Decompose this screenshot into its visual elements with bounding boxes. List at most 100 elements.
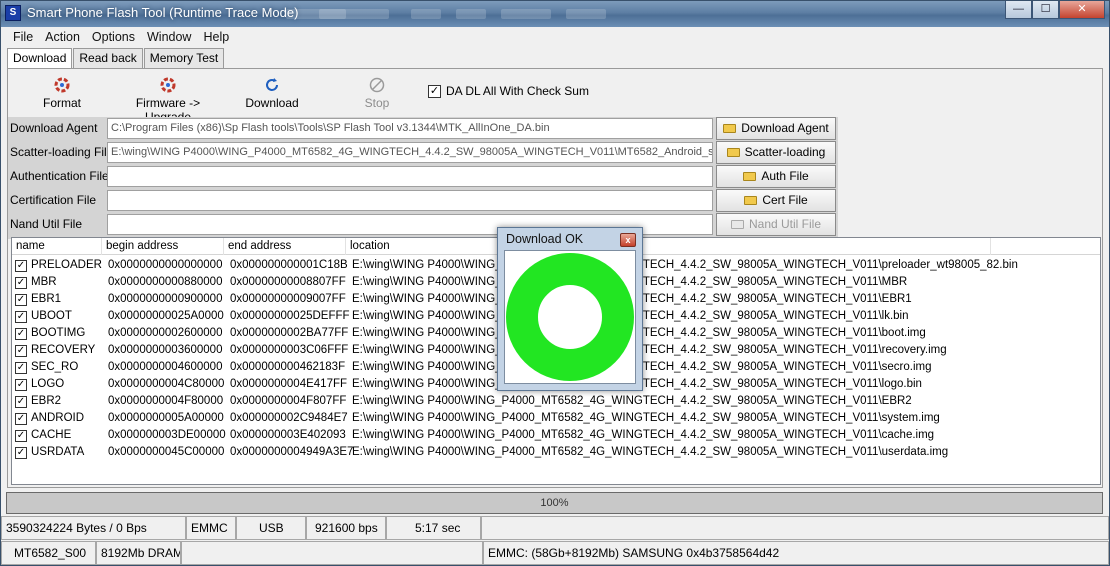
row-begin-address: 0x0000000000000000 [108,259,223,271]
row-checkbox[interactable]: ✓ [15,429,27,442]
column-location[interactable]: location [346,238,991,255]
authentication-field[interactable] [107,166,713,187]
row-end-address: 0x000000003E402093 [230,429,346,441]
row-name-cell: ✓ LOGO [15,377,64,392]
status-bar-bottom: MT6582_S00 8192Mb DRAM EMMC: (58Gb+8192M… [1,541,1109,565]
format-icon [54,77,70,93]
authentication-label: Authentication File [10,169,109,183]
row-checkbox[interactable]: ✓ [15,446,27,459]
row-name: BOOTIMG [31,327,86,339]
dialog-body [504,250,636,384]
status-time: 5:17 sec [386,516,481,540]
row-end-address: 0x0000000004E417FF [230,378,348,390]
tab-read-back[interactable]: Read back [73,48,143,68]
minimize-button[interactable]: — [1005,1,1032,19]
certification-label: Certification File [10,193,97,207]
download-agent-button[interactable]: Download Agent [716,117,836,140]
row-checkbox[interactable]: ✓ [15,259,27,272]
row-name-cell: ✓ EBR2 [15,394,61,409]
maximize-button[interactable]: ☐ [1032,1,1059,19]
tab-memory-test[interactable]: Memory Test [143,48,225,68]
menu-file[interactable]: File [7,30,39,44]
certification-row: Certification File Cert File [8,189,838,213]
table-row[interactable]: ✓ CACHE 0x000000003DE00000 0x000000003E4020… [12,427,1100,444]
row-begin-address: 0x00000000025A0000 [108,310,224,322]
cert-file-button[interactable]: Cert File [716,189,836,212]
authentication-row: Authentication File Auth File [8,165,838,189]
checksum-checkbox[interactable]: ✓ [428,84,441,98]
scatter-loading-field[interactable]: E:\wing\WING P4000\WING_P4000_MT6582_4G_… [107,142,713,163]
status-empty [481,516,1109,540]
cert-file-button-label: Cert File [762,193,808,207]
row-checkbox[interactable]: ✓ [15,361,27,374]
row-name-cell: ✓ PRELOADER [15,258,102,273]
row-name: USRDATA [31,446,85,458]
row-begin-address: 0x0000000004F80000 [108,395,224,407]
format-button[interactable]: Format [42,77,82,110]
row-location: E:\wing\WING P4000\WING_P4000_MT6582_4G_… [352,259,1018,271]
row-end-address: 0x00000000025DEFFF [230,310,350,322]
progress-bar: 100% [6,492,1103,514]
menu-action[interactable]: Action [39,30,86,44]
table-row[interactable]: ✓ ANDROID 0x0000000005A00000 0x000000002C94… [12,410,1100,427]
row-name-cell: ✓ USRDATA [15,445,84,460]
status-baud: 921600 bps [306,516,386,540]
column-name[interactable]: name [12,238,102,255]
row-begin-address: 0x000000003DE00000 [108,429,226,441]
scatter-loading-button-label: Scatter-loading [744,145,826,159]
scatter-loading-button[interactable]: Scatter-loading [716,141,836,164]
firmware-icon [160,77,176,93]
title-bar[interactable]: S Smart Phone Flash Tool (Runtime Trace … [1,1,1109,27]
row-begin-address: 0x0000000004C80000 [108,378,225,390]
nand-util-label: Nand Util File [10,217,83,231]
table-row[interactable]: ✓ USRDATA 0x0000000045C00000 0x000000000494… [12,444,1100,461]
row-end-address: 0x000000000462183F [230,361,346,373]
certification-field[interactable] [107,190,713,211]
auth-file-button[interactable]: Auth File [716,165,836,188]
folder-icon [730,220,744,229]
column-end-address[interactable]: end address [224,238,346,255]
nand-util-button[interactable]: Nand Util File [716,213,836,236]
row-name: PRELOADER [31,259,102,271]
status-port: USB [236,516,306,540]
row-checkbox[interactable]: ✓ [15,378,27,391]
row-checkbox[interactable]: ✓ [15,293,27,306]
row-checkbox[interactable]: ✓ [15,344,27,357]
download-button[interactable]: Download [244,77,300,110]
row-checkbox[interactable]: ✓ [15,310,27,323]
refresh-icon [264,77,280,93]
row-name: EBR1 [31,293,62,305]
menu-help[interactable]: Help [197,30,235,44]
row-name: LOGO [31,378,65,390]
row-checkbox[interactable]: ✓ [15,327,27,340]
row-checkbox[interactable]: ✓ [15,395,27,408]
ghost-title-blur [501,9,551,19]
table-row[interactable]: ✓ EBR2 0x0000000004F80000 0x0000000004F807F… [12,393,1100,410]
row-begin-address: 0x0000000000880000 [108,276,223,288]
row-checkbox[interactable]: ✓ [15,412,27,425]
row-end-address: 0x0000000004F807FF [230,395,347,407]
menu-options[interactable]: Options [86,30,141,44]
status-bytes: 3590324224 Bytes / 0 Bps [1,516,186,540]
download-agent-field[interactable]: C:\Program Files (x86)\Sp Flash tools\To… [107,118,713,139]
checksum-option[interactable]: ✓ DA DL All With Check Sum [428,84,589,98]
row-end-address: 0x00000000008807FF [230,276,346,288]
status-spacer [181,541,483,565]
row-location: E:\wing\WING P4000\WING_P4000_MT6582_4G_… [352,395,912,407]
row-name-cell: ✓ RECOVERY [15,343,95,358]
window-title: Smart Phone Flash Tool (Runtime Trace Mo… [27,5,299,20]
menu-window[interactable]: Window [141,30,197,44]
auth-file-button-label: Auth File [761,169,809,183]
close-button[interactable]: ✕ [1059,1,1105,19]
row-checkbox[interactable]: ✓ [15,276,27,289]
row-name: ANDROID [31,412,85,424]
row-name-cell: ✓ CACHE [15,428,71,443]
dialog-title: Download OK [506,232,584,246]
folder-icon [723,124,737,133]
tab-download[interactable]: Download [7,48,73,69]
dialog-close-button[interactable]: x [620,233,636,247]
window-controls: — ☐ ✕ [1005,1,1105,19]
ghost-title-blur [456,9,486,19]
column-begin-address[interactable]: begin address [102,238,224,255]
stop-button[interactable]: Stop [360,77,394,110]
